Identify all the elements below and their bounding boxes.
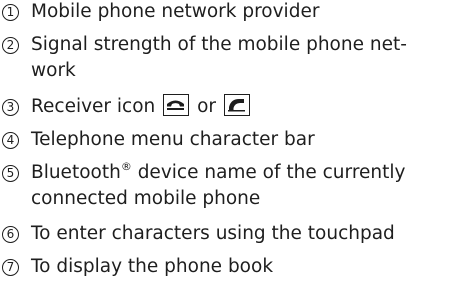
item-text: Bluetooth [31, 162, 121, 183]
receiver-down-icon [163, 94, 190, 116]
item-number-1: 1 [2, 4, 19, 21]
receiver-up-icon [223, 94, 250, 116]
item-text-continued: connected mobile phone [31, 188, 261, 209]
item-text-continued: work [31, 60, 76, 81]
item-text: To enter characters using the touchpad [31, 223, 395, 244]
item-text: Telephone menu character bar [31, 129, 315, 150]
item-number-7: 7 [2, 259, 19, 276]
item-text: Mobile phone network provider [31, 1, 320, 22]
item-text-or: or [197, 96, 216, 117]
item-text: Receiver icon [31, 96, 156, 117]
registered-mark: ® [120, 160, 132, 173]
item-text-rest: device name of the currently [131, 162, 406, 183]
item-number-4: 4 [2, 132, 19, 149]
item-text: Signal strength of the mobile phone net- [31, 34, 407, 55]
legend-list: 1 Mobile phone network provider 2 Signal… [0, 0, 459, 293]
item-number-5: 5 [2, 165, 19, 182]
item-number-2: 2 [2, 37, 19, 54]
item-text: To display the phone book [31, 256, 274, 277]
item-number-6: 6 [2, 226, 19, 243]
item-number-3: 3 [2, 99, 19, 116]
